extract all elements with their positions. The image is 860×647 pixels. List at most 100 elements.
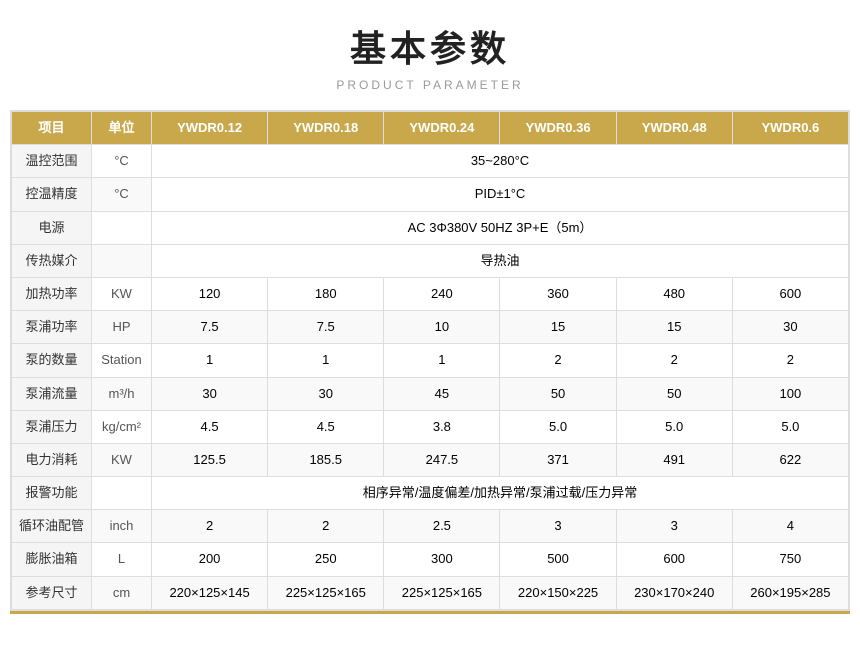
row-13-col-3: 220×150×225 — [500, 576, 616, 609]
row-11-col-2: 2.5 — [384, 510, 500, 543]
table-row: 泵浦流量m³/h3030455050100 — [12, 377, 849, 410]
row-unit-3 — [92, 244, 152, 277]
table-row: 循环油配管inch222.5334 — [12, 510, 849, 543]
row-label-10: 报警功能 — [12, 477, 92, 510]
row-6-col-3: 2 — [500, 344, 616, 377]
row-8-col-2: 3.8 — [384, 410, 500, 443]
row-12-col-2: 300 — [384, 543, 500, 576]
row-8-col-4: 5.0 — [616, 410, 732, 443]
row-unit-8: kg/cm² — [92, 410, 152, 443]
row-span-value-10: 相序异常/温度偏差/加热异常/泵浦过载/压力异常 — [152, 477, 849, 510]
table-row: 电力消耗KW125.5185.5247.5371491622 — [12, 443, 849, 476]
col-header-YWDR0.18: YWDR0.18 — [268, 112, 384, 145]
row-13-col-1: 225×125×165 — [268, 576, 384, 609]
table-row: 加热功率KW120180240360480600 — [12, 277, 849, 310]
row-5-col-4: 15 — [616, 311, 732, 344]
row-13-col-5: 260×195×285 — [732, 576, 848, 609]
row-unit-9: KW — [92, 443, 152, 476]
row-9-col-5: 622 — [732, 443, 848, 476]
product-table-wrapper: 项目单位YWDR0.12YWDR0.18YWDR0.24YWDR0.36YWDR… — [10, 110, 850, 611]
row-unit-0: °C — [92, 145, 152, 178]
row-11-col-1: 2 — [268, 510, 384, 543]
row-11-col-0: 2 — [152, 510, 268, 543]
row-9-col-4: 491 — [616, 443, 732, 476]
product-table: 项目单位YWDR0.12YWDR0.18YWDR0.24YWDR0.36YWDR… — [11, 111, 849, 610]
row-9-col-2: 247.5 — [384, 443, 500, 476]
row-label-6: 泵的数量 — [12, 344, 92, 377]
page-title: 基本参数 — [350, 20, 510, 72]
row-12-col-3: 500 — [500, 543, 616, 576]
row-6-col-4: 2 — [616, 344, 732, 377]
row-5-col-5: 30 — [732, 311, 848, 344]
row-8-col-5: 5.0 — [732, 410, 848, 443]
table-header-row: 项目单位YWDR0.12YWDR0.18YWDR0.24YWDR0.36YWDR… — [12, 112, 849, 145]
row-12-col-4: 600 — [616, 543, 732, 576]
row-5-col-1: 7.5 — [268, 311, 384, 344]
row-span-value-0: 35~280°C — [152, 145, 849, 178]
row-7-col-2: 45 — [384, 377, 500, 410]
table-row: 报警功能 相序异常/温度偏差/加热异常/泵浦过载/压力异常 — [12, 477, 849, 510]
col-header-YWDR0.24: YWDR0.24 — [384, 112, 500, 145]
row-6-col-2: 1 — [384, 344, 500, 377]
row-unit-7: m³/h — [92, 377, 152, 410]
row-label-0: 温控范围 — [12, 145, 92, 178]
table-row: 膨胀油箱L200250300500600750 — [12, 543, 849, 576]
table-row: 控温精度°CPID±1°C — [12, 178, 849, 211]
col-header-单位: 单位 — [92, 112, 152, 145]
row-label-4: 加热功率 — [12, 277, 92, 310]
row-unit-1: °C — [92, 178, 152, 211]
row-11-col-5: 4 — [732, 510, 848, 543]
table-row: 传热媒介 导热油 — [12, 244, 849, 277]
row-span-value-2: AC 3Φ380V 50HZ 3P+E（5m） — [152, 211, 849, 244]
row-label-11: 循环油配管 — [12, 510, 92, 543]
row-unit-12: L — [92, 543, 152, 576]
row-label-12: 膨胀油箱 — [12, 543, 92, 576]
col-header-YWDR0.36: YWDR0.36 — [500, 112, 616, 145]
col-header-YWDR0.48: YWDR0.48 — [616, 112, 732, 145]
col-header-YWDR0.6: YWDR0.6 — [732, 112, 848, 145]
row-5-col-3: 15 — [500, 311, 616, 344]
row-label-5: 泵浦功率 — [12, 311, 92, 344]
row-5-col-2: 10 — [384, 311, 500, 344]
row-7-col-5: 100 — [732, 377, 848, 410]
table-row: 泵浦压力kg/cm²4.54.53.85.05.05.0 — [12, 410, 849, 443]
row-span-value-3: 导热油 — [152, 244, 849, 277]
row-8-col-3: 5.0 — [500, 410, 616, 443]
table-row: 电源 AC 3Φ380V 50HZ 3P+E（5m） — [12, 211, 849, 244]
row-span-value-1: PID±1°C — [152, 178, 849, 211]
row-9-col-1: 185.5 — [268, 443, 384, 476]
row-4-col-1: 180 — [268, 277, 384, 310]
row-label-7: 泵浦流量 — [12, 377, 92, 410]
row-label-9: 电力消耗 — [12, 443, 92, 476]
table-row: 泵浦功率HP7.57.510151530 — [12, 311, 849, 344]
row-4-col-0: 120 — [152, 277, 268, 310]
row-4-col-4: 480 — [616, 277, 732, 310]
table-row: 泵的数量Station111222 — [12, 344, 849, 377]
row-6-col-0: 1 — [152, 344, 268, 377]
row-9-col-0: 125.5 — [152, 443, 268, 476]
row-6-col-1: 1 — [268, 344, 384, 377]
row-unit-13: cm — [92, 576, 152, 609]
row-label-8: 泵浦压力 — [12, 410, 92, 443]
row-4-col-5: 600 — [732, 277, 848, 310]
row-unit-6: Station — [92, 344, 152, 377]
row-7-col-0: 30 — [152, 377, 268, 410]
row-11-col-4: 3 — [616, 510, 732, 543]
row-4-col-2: 240 — [384, 277, 500, 310]
row-5-col-0: 7.5 — [152, 311, 268, 344]
row-unit-5: HP — [92, 311, 152, 344]
row-12-col-1: 250 — [268, 543, 384, 576]
row-7-col-4: 50 — [616, 377, 732, 410]
row-unit-11: inch — [92, 510, 152, 543]
row-label-13: 参考尺寸 — [12, 576, 92, 609]
row-label-3: 传热媒介 — [12, 244, 92, 277]
row-label-1: 控温精度 — [12, 178, 92, 211]
page-subtitle: PRODUCT PARAMETER — [336, 78, 523, 92]
row-unit-2 — [92, 211, 152, 244]
row-13-col-2: 225×125×165 — [384, 576, 500, 609]
row-8-col-0: 4.5 — [152, 410, 268, 443]
row-12-col-5: 750 — [732, 543, 848, 576]
row-label-2: 电源 — [12, 211, 92, 244]
row-7-col-3: 50 — [500, 377, 616, 410]
col-header-YWDR0.12: YWDR0.12 — [152, 112, 268, 145]
